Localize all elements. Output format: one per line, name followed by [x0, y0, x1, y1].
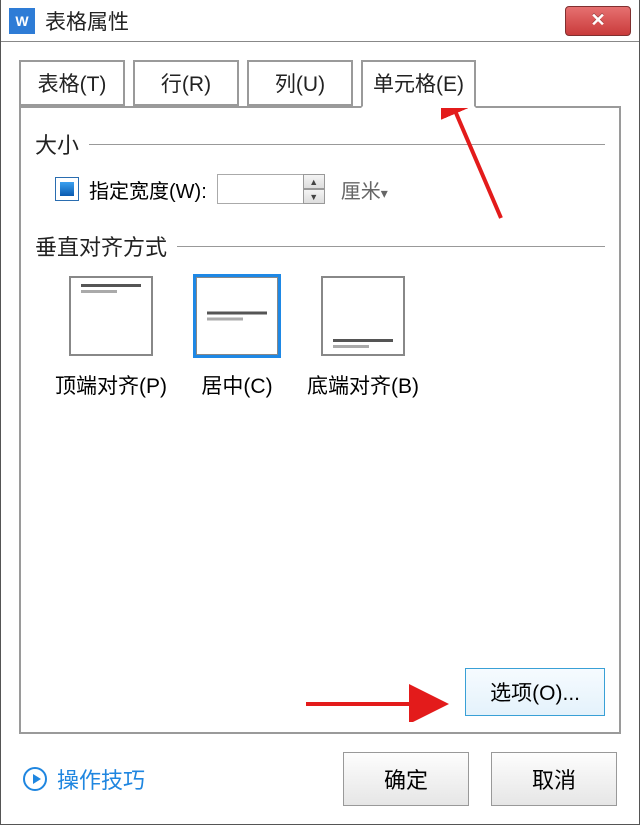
width-unit-dropdown[interactable]: 厘米▾ [341, 175, 388, 204]
specify-width-label: 指定宽度(W): [89, 175, 207, 204]
spinner-down-icon[interactable]: ▼ [303, 189, 325, 204]
tabrow: 表格(T) 行(R) 列(U) 单元格(E) [1, 42, 639, 106]
annotation-arrow-to-tab [441, 98, 521, 228]
divider [177, 246, 605, 247]
dialog-footer: 操作技巧 确定 取消 [1, 752, 639, 824]
tips-link[interactable]: 操作技巧 [23, 763, 145, 795]
width-input[interactable] [217, 174, 303, 204]
titlebar: W 表格属性 [1, 0, 639, 42]
dialog-title: 表格属性 [45, 6, 129, 36]
width-spinner[interactable]: ▲ ▼ [217, 174, 325, 204]
tab-cell[interactable]: 单元格(E) [361, 60, 476, 108]
tab-underline [19, 106, 621, 108]
valign-top-label: 顶端对齐(P) [55, 370, 167, 400]
specify-width-row: 指定宽度(W): ▲ ▼ 厘米▾ [35, 174, 605, 204]
valign-option-bottom[interactable]: 底端对齐(B) [307, 276, 419, 400]
valign-center-label: 居中(C) [201, 370, 272, 400]
valign-center-icon [195, 276, 279, 356]
app-icon: W [9, 8, 35, 34]
group-valign-label: 垂直对齐方式 [35, 230, 167, 262]
spinner-up-icon[interactable]: ▲ [303, 174, 325, 189]
annotation-arrow-to-options [301, 682, 451, 722]
tab-row[interactable]: 行(R) [133, 60, 239, 106]
valign-option-top[interactable]: 顶端对齐(P) [55, 276, 167, 400]
group-size: 大小 [35, 128, 605, 160]
group-valign: 垂直对齐方式 [35, 230, 605, 262]
valign-option-center[interactable]: 居中(C) [195, 276, 279, 400]
ok-button[interactable]: 确定 [343, 752, 469, 806]
valign-top-icon [69, 276, 153, 356]
options-button[interactable]: 选项(O)... [465, 668, 605, 716]
valign-bottom-icon [321, 276, 405, 356]
checkbox-checked-icon [60, 182, 74, 196]
specify-width-checkbox[interactable] [55, 177, 79, 201]
valign-options: 顶端对齐(P) 居中(C) 底端对齐(B) [35, 276, 605, 400]
group-size-label: 大小 [35, 128, 79, 160]
cancel-button[interactable]: 取消 [491, 752, 617, 806]
close-button[interactable] [565, 6, 631, 36]
valign-bottom-label: 底端对齐(B) [307, 370, 419, 400]
table-properties-dialog: W 表格属性 表格(T) 行(R) 列(U) 单元格(E) 大小 指定宽度(W)… [0, 0, 640, 825]
play-circle-icon [23, 767, 47, 791]
tips-label: 操作技巧 [57, 763, 145, 795]
tab-panel-cell: 大小 指定宽度(W): ▲ ▼ 厘米▾ 垂直对齐方式 [19, 106, 621, 734]
tab-column[interactable]: 列(U) [247, 60, 353, 106]
divider [89, 144, 605, 145]
tab-table[interactable]: 表格(T) [19, 60, 125, 106]
